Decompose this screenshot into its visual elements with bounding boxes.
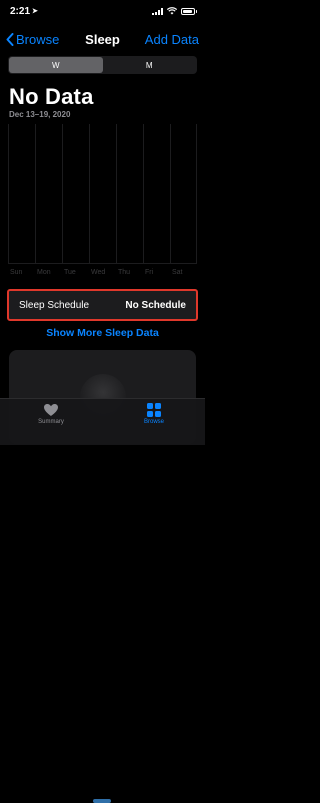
chart-day-label: Thu [118, 269, 131, 276]
add-data-button[interactable]: Add Data [145, 32, 199, 47]
chart-gridline [170, 124, 171, 264]
heart-icon [43, 403, 59, 417]
tab-browse[interactable]: Browse [124, 403, 184, 425]
blurred-accent [93, 799, 111, 803]
wifi-icon [167, 7, 177, 15]
tab-summary-label: Summary [38, 419, 64, 425]
tab-bar: Summary Browse [0, 398, 205, 803]
status-bar: 2:21 ➤ [0, 0, 205, 22]
sleep-chart: Sun Mon Tue Wed Thu Fri Sat [8, 124, 197, 276]
grid-icon [147, 403, 161, 417]
chevron-left-icon [6, 32, 14, 46]
chart-day-label: Sun [10, 269, 23, 276]
show-more-sleep-data-link[interactable]: Show More Sleep Data [0, 327, 205, 339]
tab-summary[interactable]: Summary [21, 403, 81, 425]
chart-gridline [35, 124, 36, 264]
navigation-bar: Browse Sleep Add Data [0, 26, 205, 52]
chart-gridline [143, 124, 144, 264]
chart-day-label: Tue [64, 269, 76, 276]
chart-gridline [116, 124, 117, 264]
summary-headline: No Data [9, 84, 94, 109]
chart-gridline [62, 124, 63, 264]
chart-day-label: Sat [172, 269, 183, 276]
segment-week[interactable]: W [9, 57, 103, 73]
status-left: 2:21 ➤ [10, 6, 38, 17]
chart-gridline [8, 124, 9, 264]
period-segmented-control: W M [8, 56, 197, 74]
chart-day-label: Fri [145, 269, 154, 276]
status-right [152, 7, 197, 15]
back-button[interactable]: Browse [6, 32, 59, 47]
status-time: 2:21 [10, 5, 31, 17]
chart-gridline [196, 124, 197, 264]
chart-baseline [8, 263, 197, 264]
chart-gridline [89, 124, 90, 264]
sleep-schedule-value: No Schedule [125, 299, 186, 311]
battery-icon [181, 7, 197, 15]
chart-day-label: Wed [91, 269, 106, 276]
back-label: Browse [16, 31, 60, 47]
segment-month[interactable]: M [103, 57, 197, 73]
chart-day-label: Mon [37, 269, 51, 276]
sleep-schedule-row[interactable]: Sleep Schedule No Schedule [7, 289, 198, 321]
location-arrow-icon: ➤ [32, 8, 38, 15]
tab-browse-label: Browse [143, 419, 164, 425]
sleep-schedule-label: Sleep Schedule [19, 299, 90, 311]
cellular-signal-icon [152, 7, 163, 15]
date-range: Dec 13–19, 2020 [9, 110, 71, 119]
